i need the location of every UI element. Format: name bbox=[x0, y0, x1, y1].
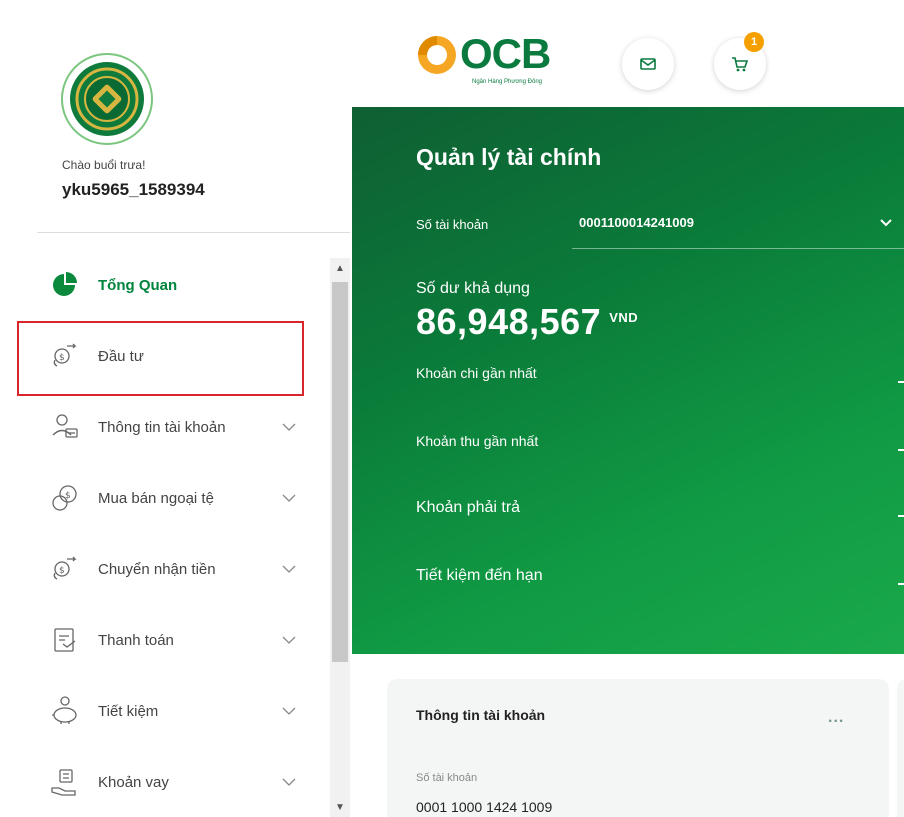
account-info-card[interactable]: Thông tin tài khoản ... Số tài khoản 000… bbox=[387, 679, 889, 817]
brand-name: OCB bbox=[460, 30, 551, 77]
savings-due-label: Tiết kiệm đến hạn bbox=[416, 567, 543, 584]
sidebar-item-label: Thanh toán bbox=[98, 631, 174, 649]
sidebar-item-label: Tiết kiệm bbox=[98, 702, 159, 720]
sidebar-item-mua-ban-ngoai-te[interactable]: $ Mua bán ngoại tệ bbox=[18, 463, 330, 533]
chevron-down-icon[interactable] bbox=[282, 775, 296, 789]
sidebar-item-thong-tin-tai-khoan[interactable]: Thông tin tài khoản bbox=[18, 392, 330, 462]
avatar[interactable] bbox=[61, 53, 153, 145]
balance-value: 86,948,567 bbox=[416, 301, 602, 342]
account-select[interactable]: 0001100014241009 bbox=[572, 201, 904, 249]
mail-icon bbox=[640, 58, 656, 70]
sidebar-item-thanh-toan[interactable]: Thanh toán bbox=[18, 605, 330, 675]
sidebar-item-label: Thông tin tài khoản bbox=[98, 418, 226, 436]
recent-income-label: Khoản thu gần nhất bbox=[416, 433, 539, 449]
ocb-logo-mark-icon bbox=[418, 36, 456, 74]
sidebar-item-tiet-kiem[interactable]: Tiết kiệm bbox=[18, 676, 330, 746]
sidebar-item-chuyen-nhan-tien[interactable]: $ Chuyển nhận tiền bbox=[18, 534, 330, 604]
card-account-value: 0001 1000 1424 1009 bbox=[416, 799, 553, 815]
cart-icon bbox=[732, 57, 749, 72]
sidebar-divider bbox=[37, 232, 350, 233]
username: yku5965_1589394 bbox=[62, 180, 205, 199]
finance-title: Quản lý tài chính bbox=[416, 144, 602, 170]
card-title: Thông tin tài khoản bbox=[416, 707, 546, 723]
sidebar-item-tong-quan[interactable]: Tổng Quan bbox=[18, 250, 330, 320]
sidebar-item-label: Tổng Quan bbox=[98, 276, 178, 294]
chevron-down-icon bbox=[880, 219, 892, 227]
chevron-down-icon[interactable] bbox=[282, 704, 296, 718]
account-number-value: 0001100014241009 bbox=[579, 215, 694, 230]
scroll-thumb[interactable] bbox=[332, 282, 348, 662]
highlight-box bbox=[17, 321, 304, 396]
balance-label: Số dư khả dụng bbox=[416, 280, 530, 297]
svg-text:$: $ bbox=[59, 566, 65, 576]
sidebar-item-label: Khoản vay bbox=[98, 773, 169, 791]
recent-expense-value bbox=[898, 381, 904, 383]
ocb-logo[interactable]: OCB Ngân Hàng Phương Đông bbox=[416, 30, 576, 90]
sidebar: Chào buổi trưa! yku5965_1589394 Tổng Qua… bbox=[0, 0, 352, 817]
cart-button[interactable]: 1 bbox=[714, 32, 766, 90]
currency-coins-icon: $ bbox=[48, 481, 82, 515]
mail-button[interactable] bbox=[622, 38, 674, 90]
recent-income-value bbox=[898, 449, 904, 451]
cart-count-badge: 1 bbox=[744, 32, 764, 52]
finance-overview-panel: Quản lý tài chính Số tài khoản 000110001… bbox=[352, 107, 904, 654]
balance-currency: VND bbox=[609, 310, 639, 325]
svg-text:$: $ bbox=[65, 491, 71, 501]
card-account-label: Số tài khoản bbox=[416, 772, 478, 784]
sidebar-scrollbar[interactable]: ▲ ▼ bbox=[330, 258, 350, 817]
sidebar-item-khoan-vay[interactable]: Khoản vay bbox=[18, 747, 330, 817]
balance-amount: 86,948,567 VND bbox=[416, 301, 638, 343]
user-card-icon bbox=[48, 410, 82, 444]
sidebar-item-label: Mua bán ngoại tệ bbox=[98, 489, 214, 507]
payables-label: Khoản phải trả bbox=[416, 499, 521, 516]
chevron-down-icon[interactable] bbox=[282, 562, 296, 576]
scroll-up-arrow-icon[interactable]: ▲ bbox=[330, 258, 350, 278]
top-header: OCB Ngân Hàng Phương Đông 1 bbox=[352, 0, 904, 107]
pie-chart-icon bbox=[48, 268, 82, 302]
account-number-label: Số tài khoản bbox=[416, 217, 489, 232]
recent-expense-label: Khoản chi gần nhất bbox=[416, 365, 537, 381]
savings-due-value bbox=[898, 583, 904, 585]
money-transfer-icon: $ bbox=[48, 552, 82, 586]
greeting-text: Chào buổi trưa! bbox=[62, 158, 146, 172]
chevron-down-icon[interactable] bbox=[282, 633, 296, 647]
piggy-bank-icon bbox=[48, 694, 82, 728]
chevron-down-icon[interactable] bbox=[282, 420, 296, 434]
more-options-icon[interactable]: ... bbox=[828, 709, 844, 727]
payables-value bbox=[898, 515, 904, 517]
next-card-edge[interactable] bbox=[897, 679, 904, 817]
bank-logo-icon bbox=[70, 62, 144, 136]
bill-payment-icon bbox=[48, 623, 82, 657]
loan-hand-icon bbox=[48, 765, 82, 799]
brand-subtitle: Ngân Hàng Phương Đông bbox=[472, 79, 542, 85]
sidebar-item-label: Chuyển nhận tiền bbox=[98, 560, 216, 578]
scroll-down-arrow-icon[interactable]: ▼ bbox=[330, 797, 350, 817]
chevron-down-icon[interactable] bbox=[282, 491, 296, 505]
